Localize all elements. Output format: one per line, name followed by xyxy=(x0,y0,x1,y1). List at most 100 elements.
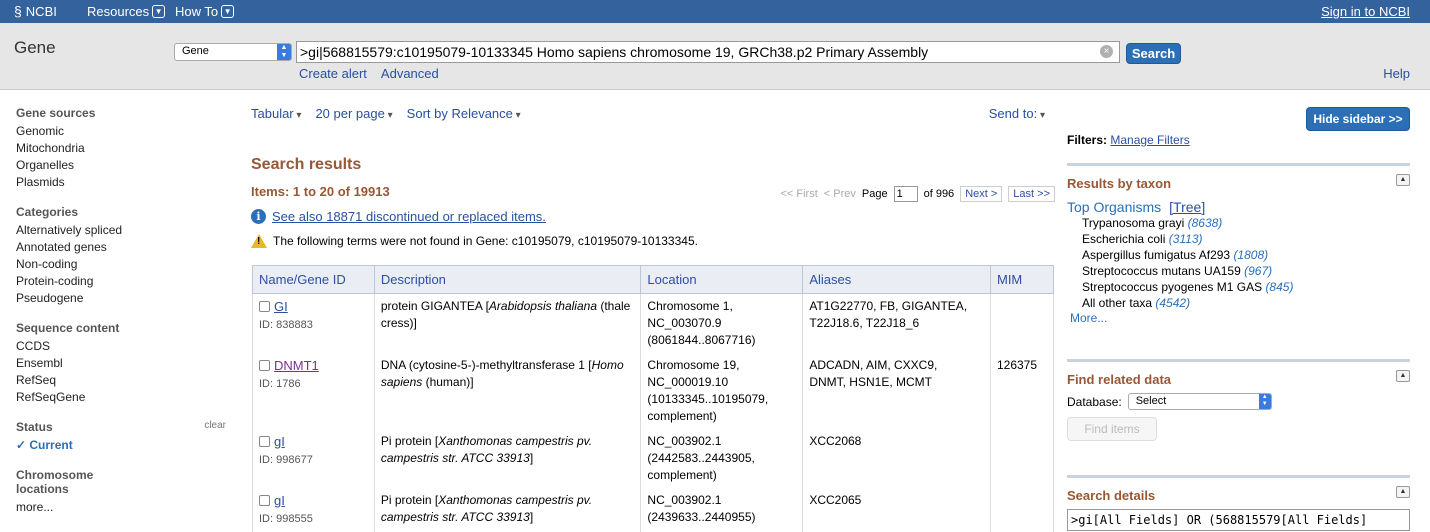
resources-menu[interactable]: Resources ▼ xyxy=(87,4,166,19)
table-row: DNMT1 ID: 1786 DNA (cytosine-5-)-methyltr… xyxy=(252,353,1055,429)
page-number-input[interactable] xyxy=(893,186,918,202)
see-also-notice: i See also 18871 discontinued or replace… xyxy=(251,209,546,224)
search-bar: Gene Gene ▲ ▼ >gi|568815579:c10195079-101… xyxy=(0,23,1430,90)
filter-annotated-genes[interactable]: Annotated genes xyxy=(16,239,226,256)
database-title: Gene xyxy=(14,38,56,57)
howto-menu[interactable]: How To ▼ xyxy=(175,4,235,19)
database-row: Database: Select ▲ ▼ xyxy=(1067,393,1410,410)
search-input[interactable]: >gi|568815579:c10195079-10133345 Homo sa… xyxy=(296,41,1120,63)
gene-aliases: ADCADN, AIM, CXXC9, DNMT, HSN1E, MCMT xyxy=(802,353,991,429)
filter-protein-coding[interactable]: Protein-coding xyxy=(16,273,226,290)
col-mim[interactable]: MIM xyxy=(989,265,1055,294)
ncbi-logo[interactable]: § NCBI xyxy=(14,3,57,19)
clear-icon[interactable]: × xyxy=(1100,45,1113,58)
collapse-icon[interactable]: ▲ xyxy=(1396,370,1410,382)
desc-tail: ] xyxy=(529,510,534,524)
hide-sidebar-button[interactable]: Hide sidebar >> xyxy=(1306,107,1410,131)
pager: << First < Prev Page of 996 Next > Last … xyxy=(780,186,1055,202)
col-location[interactable]: Location xyxy=(640,265,804,294)
row-checkbox[interactable] xyxy=(259,436,270,447)
taxon-item[interactable]: Streptococcus pyogenes M1 GAS (845) xyxy=(1082,279,1410,295)
help-link[interactable]: Help xyxy=(1383,66,1410,81)
tree-link[interactable]: [Tree] xyxy=(1169,199,1205,215)
filter-ccds[interactable]: CCDS xyxy=(16,338,226,355)
database-label: Database: xyxy=(1067,394,1122,409)
table-row: GI ID: 838883 protein GIGANTEA [Arabidops… xyxy=(252,293,1055,353)
taxon-item[interactable]: All other taxa (4542) xyxy=(1082,295,1410,311)
select-arrows-icon: ▲ ▼ xyxy=(1258,394,1271,409)
taxon-item[interactable]: Trypanosoma grayi (8638) xyxy=(1082,215,1410,231)
database-select[interactable]: Gene ▲ ▼ xyxy=(174,43,292,61)
filter-alternatively-spliced[interactable]: Alternatively spliced xyxy=(16,222,226,239)
left-filter-sidebar: Gene sources Genomic Mitochondria Organe… xyxy=(16,106,226,530)
more-taxa-link[interactable]: More... xyxy=(1070,311,1410,325)
gene-link[interactable]: gI xyxy=(274,493,285,508)
filter-current-label: Current xyxy=(29,438,73,452)
status-group: Status clear ✓ Current xyxy=(16,420,226,454)
warning-icon: ! xyxy=(251,234,267,248)
related-database-select[interactable]: Select ▲ ▼ xyxy=(1127,393,1272,410)
taxon-item[interactable]: Streptococcus mutans UA159 (967) xyxy=(1082,263,1410,279)
last-page-button[interactable]: Last >> xyxy=(1008,186,1055,202)
search-details-query[interactable]: >gi[All Fields] OR (568815579[All Fields… xyxy=(1067,509,1410,531)
collapse-icon[interactable]: ▲ xyxy=(1396,174,1410,186)
taxon-count: (8638) xyxy=(1187,216,1223,230)
filter-genomic[interactable]: Genomic xyxy=(16,123,226,140)
gene-link[interactable]: gI xyxy=(274,434,285,449)
filter-non-coding[interactable]: Non-coding xyxy=(16,256,226,273)
taxon-item[interactable]: Escherichia coli (3113) xyxy=(1082,231,1410,247)
format-dropdown[interactable]: Tabular xyxy=(251,106,301,126)
more-filters-link[interactable]: more... xyxy=(16,499,226,516)
filter-plasmids[interactable]: Plasmids xyxy=(16,174,226,191)
status-clear-link[interactable]: clear xyxy=(204,420,226,431)
desc-text: DNA (cytosine-5-)-methyltransferase 1 [ xyxy=(380,358,592,372)
taxon-item[interactable]: Aspergillus fumigatus Af293 (1808) xyxy=(1082,247,1410,263)
taxon-name: Streptococcus pyogenes M1 GAS xyxy=(1082,280,1263,294)
ncbi-helix-icon: § xyxy=(14,3,22,19)
search-term-text: >gi|568815579:c10195079-10133345 Homo sa… xyxy=(300,44,929,60)
row-checkbox[interactable] xyxy=(259,495,270,506)
filter-mitochondria[interactable]: Mitochondria xyxy=(16,140,226,157)
create-alert-link[interactable]: Create alert xyxy=(299,66,367,81)
loc-line: NC_003070.9 xyxy=(647,316,722,330)
gene-aliases: AT1G22770, FB, GIGANTEA, T22J18.6, T22J18… xyxy=(802,293,991,353)
loc-line: NC_003902.1 xyxy=(647,434,722,448)
row-checkbox[interactable] xyxy=(259,360,270,371)
col-aliases[interactable]: Aliases xyxy=(802,265,991,294)
taxon-portlet: Results by taxon ▲ Top Organisms [Tree] T… xyxy=(1067,163,1410,325)
search-sublinks: Create alert Advanced xyxy=(299,66,439,81)
find-items-button[interactable]: Find items xyxy=(1067,417,1157,441)
top-organisms-link[interactable]: Top Organisms xyxy=(1067,199,1161,215)
filter-ensembl[interactable]: Ensembl xyxy=(16,355,226,372)
col-name-gene-id[interactable]: Name/Gene ID xyxy=(252,265,375,294)
status-heading: Status clear xyxy=(16,420,226,434)
send-to-dropdown[interactable]: Send to: xyxy=(989,106,1045,121)
gene-link[interactable]: GI xyxy=(274,299,288,314)
taxon-count: (1808) xyxy=(1233,248,1269,262)
manage-filters-link[interactable]: Manage Filters xyxy=(1110,133,1189,147)
signin-link[interactable]: Sign in to NCBI xyxy=(1321,4,1410,19)
checkmark-icon: ✓ xyxy=(16,438,30,452)
sort-dropdown[interactable]: Sort by Relevance xyxy=(407,106,521,126)
collapse-icon[interactable]: ▲ xyxy=(1396,486,1410,498)
gene-id: ID: 998677 xyxy=(259,454,313,466)
advanced-link[interactable]: Advanced xyxy=(381,66,439,81)
filter-organelles[interactable]: Organelles xyxy=(16,157,226,174)
sequence-content-group: Sequence content CCDS Ensembl RefSeq Ref… xyxy=(16,321,226,406)
filter-current[interactable]: ✓ Current xyxy=(16,437,226,454)
filter-refseq[interactable]: RefSeq xyxy=(16,372,226,389)
row-checkbox[interactable] xyxy=(259,301,270,312)
col-description[interactable]: Description xyxy=(373,265,642,294)
see-also-link[interactable]: See also 18871 discontinued or replaced … xyxy=(272,209,546,224)
gene-link[interactable]: DNMT1 xyxy=(274,358,319,373)
alias-line: T22J18.6, T22J18_6 xyxy=(809,316,920,330)
taxon-count: (845) xyxy=(1265,280,1294,294)
search-button[interactable]: Search xyxy=(1126,43,1181,64)
desc-text: Pi protein [ xyxy=(380,493,439,507)
filter-refseqgene[interactable]: RefSeqGene xyxy=(16,389,226,406)
table-header-row: Name/Gene ID Description Location Aliase… xyxy=(252,265,1055,294)
loc-line: Chromosome 19, xyxy=(647,358,740,372)
filter-pseudogene[interactable]: Pseudogene xyxy=(16,290,226,307)
next-page-button[interactable]: Next > xyxy=(960,186,1003,202)
per-page-dropdown[interactable]: 20 per page xyxy=(315,106,392,126)
